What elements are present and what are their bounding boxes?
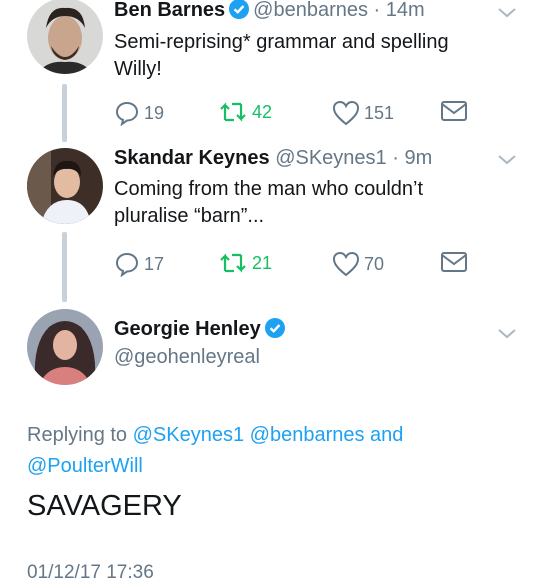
retweet-count: 42: [252, 101, 273, 122]
avatar[interactable]: [27, 148, 103, 224]
timestamp-relative[interactable]: · 14m: [374, 0, 425, 21]
like-count: 151: [364, 102, 395, 123]
tweet-text-line: Willy!: [114, 58, 162, 80]
timestamp-relative[interactable]: · 9m: [392, 147, 432, 169]
direct-message-button[interactable]: [440, 251, 472, 273]
tweet-header: Skandar Keynes @SKeynes1 · 9m: [114, 147, 432, 170]
reply-count: 17: [144, 253, 165, 274]
chevron-down-icon[interactable]: [498, 6, 516, 24]
tweet-text: Coming from the man who couldn’t plurali…: [114, 176, 423, 230]
tweet-text-line: pluralise “barn”...: [114, 205, 265, 227]
thread-connector: [62, 84, 67, 142]
mention-link[interactable]: @PoulterWill: [27, 455, 143, 477]
avatar[interactable]: [27, 0, 103, 74]
reply-icon: [115, 252, 139, 277]
mention-link[interactable]: @benbarnes: [250, 424, 365, 446]
direct-message-button[interactable]: [440, 100, 472, 122]
handle[interactable]: @SKeynes1: [275, 147, 386, 169]
heart-icon: [332, 100, 360, 126]
mention-link[interactable]: @SKeynes1: [133, 424, 244, 446]
handle[interactable]: @benbarnes: [253, 0, 368, 21]
tweet-text-line: Coming from the man who couldn’t: [114, 178, 424, 200]
verified-badge-icon: [229, 0, 250, 25]
retweet-icon: [220, 102, 246, 122]
avatar[interactable]: [27, 309, 103, 385]
reply-count: 19: [144, 102, 165, 123]
retweet-button[interactable]: 42: [218, 100, 272, 124]
retweet-count: 21: [252, 252, 273, 273]
display-name[interactable]: Skandar Keynes: [114, 147, 270, 169]
replying-to-label: Replying to: [27, 424, 133, 446]
thread-connector: [62, 232, 67, 302]
envelope-icon: [441, 101, 467, 121]
chevron-down-icon[interactable]: [498, 153, 516, 171]
reply-button[interactable]: 17: [114, 251, 164, 277]
replying-to: Replying to @SKeynes1 @benbarnes and @Po…: [27, 420, 507, 482]
retweet-icon: [220, 253, 246, 273]
chevron-down-icon[interactable]: [498, 327, 516, 345]
timestamp: 01/12/17 17:36: [27, 562, 154, 583]
like-count: 70: [364, 253, 385, 274]
display-name-text[interactable]: Georgie Henley: [114, 318, 261, 340]
tweet-text: Semi-reprising* grammar and spelling Wil…: [114, 29, 449, 83]
reply-icon: [115, 101, 139, 126]
tweet-text: SAVAGERY: [27, 490, 182, 522]
tweet-header: Ben Barnes @benbarnes · 14m: [114, 0, 425, 25]
like-button[interactable]: 70: [332, 251, 384, 277]
heart-icon: [332, 251, 360, 277]
verified-badge-icon: [264, 318, 285, 344]
tweet-actions: 19 42 151: [114, 100, 474, 128]
envelope-icon: [441, 252, 467, 272]
display-name[interactable]: Ben Barnes: [114, 0, 225, 21]
tweet-text-line: Semi-reprising* grammar and spelling: [114, 31, 449, 53]
retweet-button[interactable]: 21: [218, 251, 272, 275]
reply-button[interactable]: 19: [114, 100, 164, 126]
display-name[interactable]: Georgie Henley: [114, 318, 289, 344]
like-button[interactable]: 151: [332, 100, 394, 126]
and-others-link[interactable]: and: [365, 424, 403, 446]
tweet-actions: 17 21 70: [114, 251, 474, 279]
handle[interactable]: @geohenleyreal: [114, 346, 260, 369]
